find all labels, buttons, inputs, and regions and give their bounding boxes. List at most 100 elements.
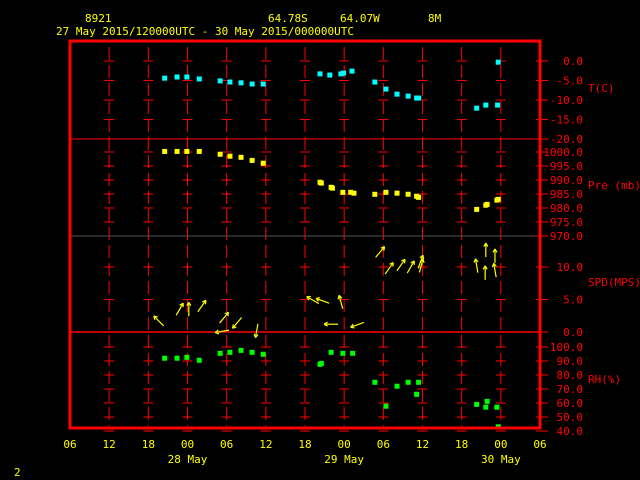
wind-arrow-shaft <box>232 317 243 329</box>
humidity-tick-label: 60.0 <box>557 397 584 410</box>
temperature-point <box>184 74 190 80</box>
pressure-tick-label: 995.0 <box>550 160 583 173</box>
wind-arrow <box>232 317 243 329</box>
pressure-point <box>217 151 223 157</box>
date-label: 30 May <box>481 453 521 466</box>
temperature-point <box>327 72 333 78</box>
pressure-point <box>383 189 389 195</box>
x-tick-label: 12 <box>416 438 429 451</box>
temperature-point <box>372 79 378 85</box>
pressure-axis-title: Pre (mb) <box>588 179 640 192</box>
humidity-point <box>494 404 500 410</box>
temperature-point <box>416 95 422 101</box>
x-tick-label: 12 <box>103 438 116 451</box>
wind-arrow-shaft <box>219 311 230 324</box>
longitude: 64.07W <box>340 12 380 25</box>
date-label: 29 May <box>324 453 364 466</box>
pressure-point <box>196 148 202 154</box>
pressure-point <box>394 190 400 196</box>
temperature-point <box>495 102 501 108</box>
x-tick-label: 00 <box>338 438 351 451</box>
wind-arrow <box>315 297 330 304</box>
wind-arrow <box>197 299 207 313</box>
wind-arrow <box>384 262 394 275</box>
pressure-point <box>372 191 378 197</box>
temperature-tick-label: 0.0 <box>563 55 583 68</box>
x-tick-label: 06 <box>533 438 546 451</box>
elevation: 8M <box>428 12 442 25</box>
humidity-point <box>196 357 202 363</box>
temperature-axis-title: T(C) <box>588 82 615 95</box>
humidity-tick-label: 70.0 <box>557 383 584 396</box>
wind-arrow-head <box>473 258 477 263</box>
latitude: 64.78S <box>268 12 308 25</box>
pressure-tick-label: 1000.0 <box>543 146 583 159</box>
temperature-point <box>162 75 168 81</box>
pressure-point <box>174 148 180 154</box>
wind-arrow <box>491 262 497 278</box>
wind-arrow-shaft <box>396 258 406 272</box>
pressure-point <box>162 148 168 154</box>
wind-arrow <box>153 315 165 327</box>
grid <box>70 47 540 432</box>
wind-arrow <box>337 294 344 310</box>
pressure-point <box>484 201 490 207</box>
humidity-point <box>260 351 266 357</box>
temperature-point <box>405 93 411 99</box>
x-tick-label: 12 <box>259 438 272 451</box>
period-range: 27 May 2015/120000UTC - 30 May 2015/0000… <box>56 25 354 38</box>
pressure-point <box>495 196 501 202</box>
wind-arrow <box>483 242 489 258</box>
humidity-tick-label: 100.0 <box>550 341 583 354</box>
wind-arrow-head <box>214 332 220 335</box>
humidity-point <box>238 347 244 353</box>
humidity-tick-label: 50.0 <box>557 411 584 424</box>
humidity-tick-label: 90.0 <box>557 355 584 368</box>
temperature-point <box>227 79 233 85</box>
wind-arrow <box>418 258 425 273</box>
temperature-point <box>174 74 180 80</box>
humidity-point <box>340 350 346 356</box>
pressure-point <box>260 160 266 166</box>
temperature-point <box>196 76 202 82</box>
humidity-point <box>162 355 168 361</box>
pressure-tick-label: 985.0 <box>550 188 583 201</box>
temperature-tick-label: -15.0 <box>550 114 583 127</box>
humidity-point <box>174 355 180 361</box>
temperature-point <box>249 81 255 87</box>
humidity-point <box>405 379 411 385</box>
pressure-point <box>329 185 335 191</box>
temperature-tick-label: -10.0 <box>550 94 583 107</box>
pressure-point <box>416 194 422 200</box>
wind-tick-label: 5.0 <box>563 294 583 307</box>
pressure-point <box>405 191 411 197</box>
pressure-tick-label: 990.0 <box>550 174 583 187</box>
page-number: 2 <box>14 466 21 479</box>
humidity-axis-title: RH(%) <box>588 373 621 386</box>
humidity-tick-label: 40.0 <box>557 425 584 438</box>
wind-arrow-head <box>337 295 340 300</box>
humidity-point <box>474 401 480 407</box>
axes: 0.0 -5.0 -10.0 -15.0 -20.0 T(C) 1000.0995.0990… <box>63 39 640 466</box>
humidity-point <box>350 350 356 356</box>
humidity-point <box>249 349 255 355</box>
temperature-point <box>483 102 489 108</box>
humidity-point <box>372 379 378 385</box>
humidity-point <box>484 398 490 404</box>
temperature-point <box>394 91 400 97</box>
pressure-point <box>227 153 233 159</box>
meteogram-chart: 8921 64.78S 64.07W 8M 27 May 2015/120000… <box>14 12 640 479</box>
pressure-tick-label: 980.0 <box>550 202 583 215</box>
pressure-point <box>340 189 346 195</box>
wind-tick-label: 0.0 <box>563 326 583 339</box>
wind-arrow <box>175 302 184 316</box>
temperature-point <box>383 86 389 92</box>
temperature-point <box>474 105 480 111</box>
temperature-point <box>317 71 323 77</box>
wind-arrow <box>219 311 230 324</box>
data-marks <box>153 59 501 430</box>
pressure-point <box>351 190 357 196</box>
x-tick-label: 18 <box>142 438 155 451</box>
humidity-point <box>328 349 334 355</box>
wind-arrow <box>473 258 479 273</box>
